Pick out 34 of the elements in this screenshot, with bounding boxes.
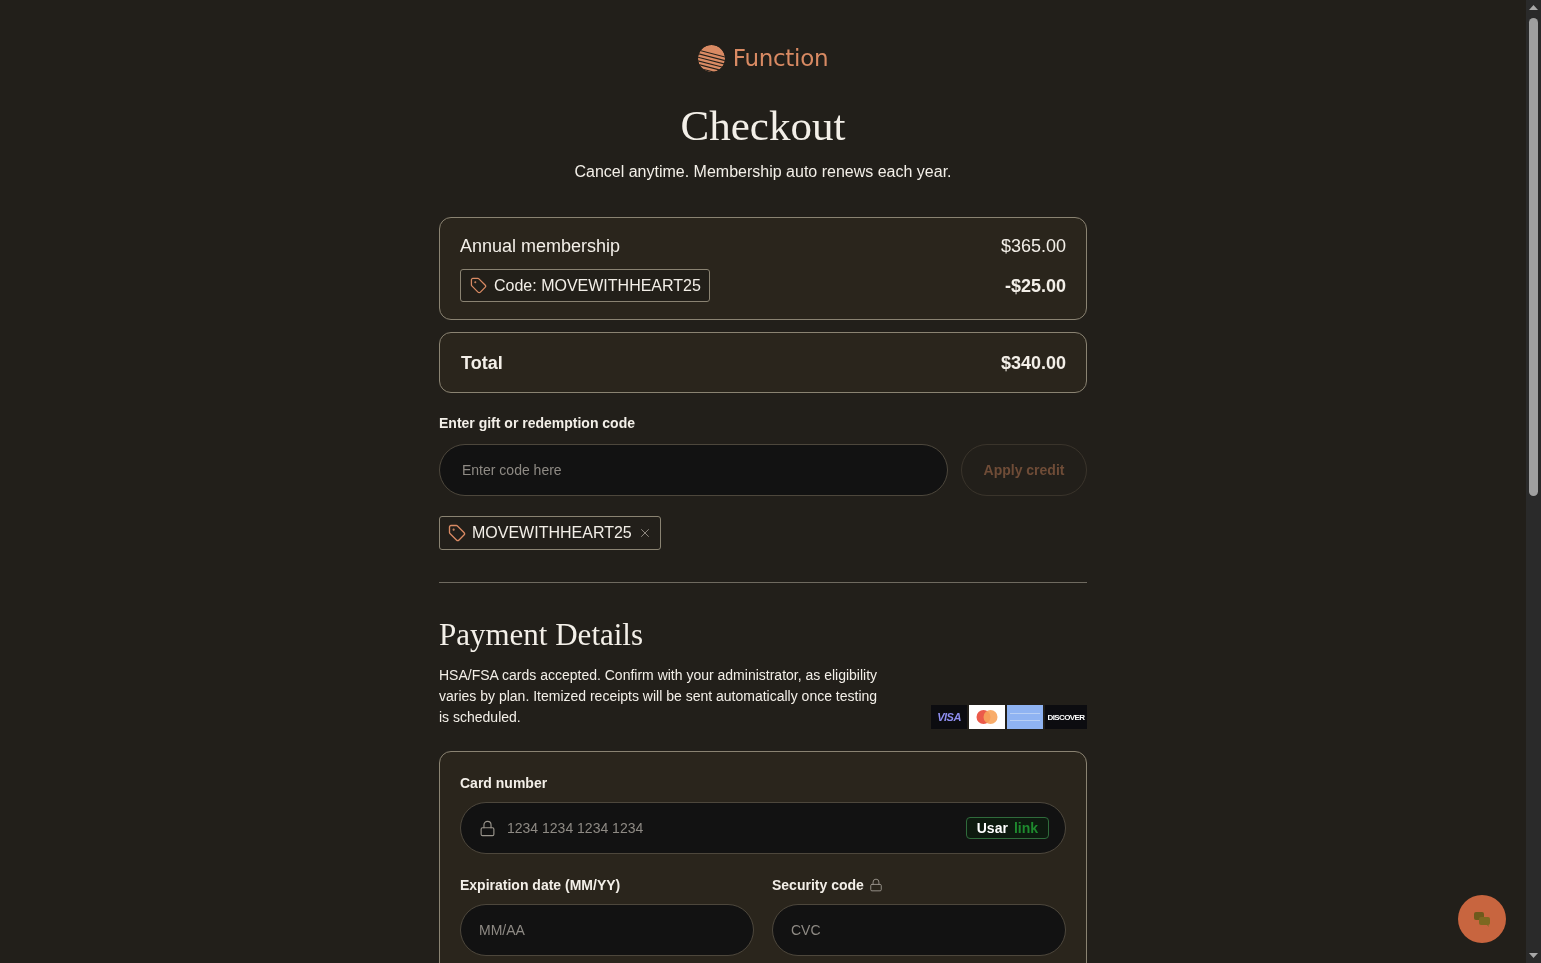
page-title: Checkout — [680, 101, 846, 151]
lock-icon — [868, 878, 883, 892]
total-label: Total — [461, 352, 503, 374]
scroll-up-icon[interactable] — [1529, 5, 1538, 10]
overlapping-circles-icon — [969, 705, 1005, 729]
scrollbar-thumb[interactable] — [1529, 18, 1538, 496]
lock-icon — [479, 819, 496, 837]
subtitle: Cancel anytime. Membership auto renews each year. — [574, 162, 952, 182]
item-price: $365.00 — [1000, 235, 1066, 257]
card-logo: DISCOVER — [1045, 705, 1087, 729]
scroll-down-icon[interactable] — [1529, 953, 1538, 958]
code-input[interactable]: Enter code here — [439, 444, 948, 496]
total-amount: $340.00 — [1000, 352, 1066, 374]
tag-icon — [448, 524, 466, 542]
link-pay-button[interactable]: Usar link — [965, 817, 1049, 839]
card-logo: VISA — [931, 705, 967, 729]
tag-icon — [470, 277, 487, 294]
card-number-field[interactable]: 1234 1234 1234 1234 Usar link — [460, 802, 1066, 854]
discount-amount: -$25.00 — [1004, 274, 1066, 297]
section-title: Payment Details — [439, 617, 645, 653]
field-label: Expiration date (MM/YY) — [460, 876, 621, 894]
applied-code: MOVEWITHHEART25 — [472, 523, 632, 543]
expiry-input[interactable]: MM/AA — [460, 904, 754, 956]
logo-icon — [697, 44, 725, 72]
security-code-input[interactable]: CVC — [772, 904, 1066, 956]
discount-code: Code: MOVEWITHHEART25 — [494, 275, 701, 296]
field-label: Enter gift or redemption code — [439, 414, 635, 432]
field-label: Security code — [772, 876, 864, 894]
chat-bubbles-icon — [1474, 911, 1490, 927]
brand-name: Function — [732, 44, 829, 73]
card-logo-icon — [1007, 705, 1043, 729]
payment-note: HSA/FSA cards accepted. Confirm with your administrator, as eligibility varies by plan. Itemized receipts will be sent automatically once testing is scheduled. — [439, 666, 879, 727]
field-label: Card number — [460, 774, 548, 792]
item-name: Annual membership — [460, 235, 621, 257]
